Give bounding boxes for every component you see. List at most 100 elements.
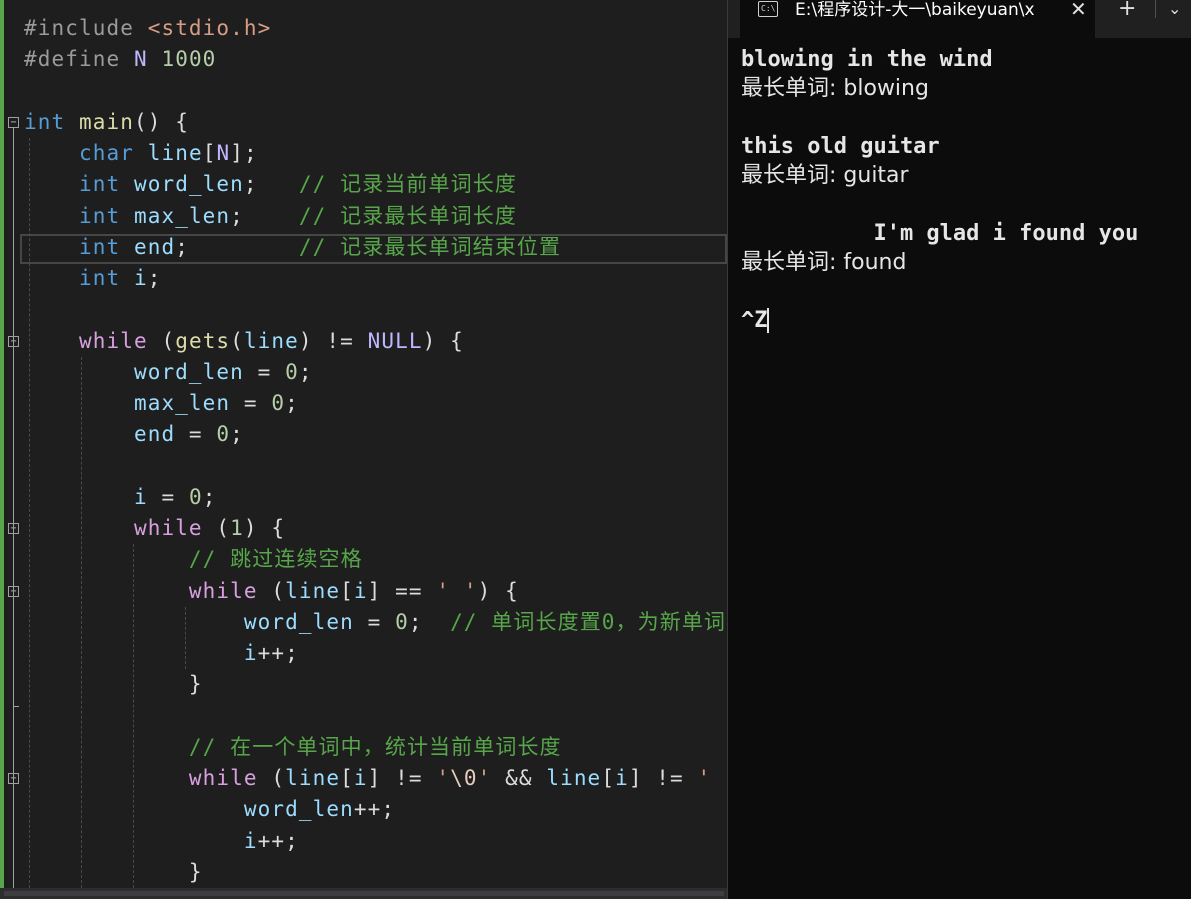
terminal-line: this old guitar — [741, 134, 940, 159]
code-line[interactable]: int i; — [24, 263, 161, 294]
code-line[interactable]: word_len = 0; // 单词长度置0，为新单词 — [24, 607, 726, 638]
code-token: max_len — [133, 203, 231, 228]
terminal-window[interactable]: C:\ E:\程序设计-大一\baikeyuan\x ✕ + ⌄ blowing… — [727, 0, 1191, 899]
code-token: ; — [147, 266, 162, 290]
code-line[interactable]: max_len = 0; — [24, 388, 299, 419]
minus-box-icon[interactable]: − — [8, 116, 19, 128]
code-token: main — [78, 109, 134, 134]
code-line[interactable]: end = 0; — [24, 419, 244, 450]
code-line[interactable]: int word_len; // 记录当前单词长度 — [24, 169, 517, 200]
code-line[interactable]: int max_len; // 记录最长单词长度 — [24, 201, 517, 232]
terminal-line: 最长单词: found — [741, 250, 907, 275]
code-line[interactable]: word_len = 0; — [24, 357, 313, 388]
code-line[interactable]: #include <stdio.h> — [24, 13, 271, 44]
code-token: gets — [175, 328, 231, 353]
code-token: // 跳过连续空格 — [188, 547, 363, 572]
code-token: int — [24, 109, 66, 134]
code-line[interactable]: while (1) { — [24, 513, 285, 544]
code-token: ) != — [298, 328, 368, 353]
code-token: ( — [257, 578, 286, 603]
code-token: 0 — [188, 484, 203, 509]
code-line[interactable]: while (line[i] == ' ') { — [24, 576, 519, 607]
code-editor[interactable]: −−−−− #include <stdio.h>#define N 1000in… — [0, 0, 727, 899]
code-token: = — [353, 609, 396, 634]
code-token: // 在一个单词中，统计当前单词长度 — [188, 734, 562, 759]
code-token: [ — [340, 766, 354, 790]
code-line[interactable]: int end; // 记录最长单词结束位置 — [24, 232, 561, 263]
horizontal-scrollbar[interactable] — [0, 888, 727, 899]
code-line[interactable]: char line[N]; — [24, 138, 258, 169]
text-cursor — [767, 308, 769, 333]
terminal-line: blowing in the wind — [741, 47, 993, 72]
code-token: ++; — [353, 797, 396, 822]
code-token: // 记录最长单词结束位置 — [298, 234, 562, 259]
code-line[interactable]: } — [24, 857, 203, 888]
code-token: 0 — [271, 391, 286, 415]
new-tab-button[interactable]: + — [1118, 0, 1136, 21]
code-token: && — [491, 766, 547, 790]
code-line[interactable]: #define N 1000 — [24, 44, 216, 75]
code-token: #define — [24, 47, 134, 72]
code-line[interactable]: word_len++; — [24, 794, 395, 825]
code-token: ] != — [628, 766, 698, 790]
code-token: ; — [175, 234, 299, 259]
code-token: while — [133, 516, 203, 540]
code-token: while — [78, 328, 148, 353]
code-line[interactable]: i++; — [24, 826, 299, 857]
code-token: i — [353, 766, 368, 790]
code-token: int — [78, 266, 121, 290]
terminal-tab[interactable]: C:\ E:\程序设计-大一\baikeyuan\x ✕ — [740, 0, 1095, 38]
code-token: N — [133, 47, 148, 72]
code-line[interactable]: } — [24, 669, 203, 700]
code-token: i — [133, 484, 148, 509]
code-token: <stdio.h> — [147, 16, 272, 40]
code-token: ) { — [243, 516, 286, 540]
code-token: ++; — [257, 828, 299, 853]
code-token: line — [243, 328, 299, 353]
terminal-titlebar: C:\ E:\程序设计-大一\baikeyuan\x ✕ + ⌄ — [728, 0, 1191, 38]
code-line[interactable]: i = 0; — [24, 482, 216, 513]
terminal-line: I'm glad i found you — [741, 221, 1139, 246]
code-token: () { — [133, 109, 189, 134]
code-token: ) { — [477, 578, 519, 603]
code-token: int — [78, 203, 121, 228]
code-token: char — [78, 141, 134, 165]
code-token: 1 — [230, 516, 244, 540]
code-token: ; — [408, 609, 451, 634]
code-line[interactable]: while (gets(line) != NULL) { — [24, 326, 464, 357]
code-token: ] != — [367, 766, 437, 790]
code-token: [ — [202, 141, 217, 165]
code-token: \0 — [450, 766, 478, 790]
code-token: ; — [243, 172, 299, 197]
chevron-down-icon[interactable]: ⌄ — [1168, 0, 1181, 20]
code-token: int — [78, 172, 121, 197]
code-token: i — [615, 766, 629, 790]
console-icon: C:\ — [758, 1, 778, 17]
code-token: = — [147, 484, 189, 509]
code-line[interactable]: while (line[i] != '\0' && line[i] != ' '… — [24, 763, 727, 794]
code-line[interactable]: int main() { — [24, 107, 189, 138]
code-token: ; — [285, 391, 299, 415]
terminal-line: ^Z — [741, 308, 768, 333]
close-icon[interactable]: ✕ — [1070, 0, 1087, 20]
code-token: ( — [257, 766, 286, 790]
code-line[interactable]: // 在一个单词中，统计当前单词长度 — [24, 732, 562, 763]
code-line[interactable]: i++; — [24, 638, 299, 669]
code-line[interactable]: // 跳过连续空格 — [24, 544, 363, 575]
scrollbar-thumb[interactable] — [4, 891, 724, 896]
code-token: ' ' — [436, 578, 478, 603]
code-token: word_len — [243, 797, 354, 822]
